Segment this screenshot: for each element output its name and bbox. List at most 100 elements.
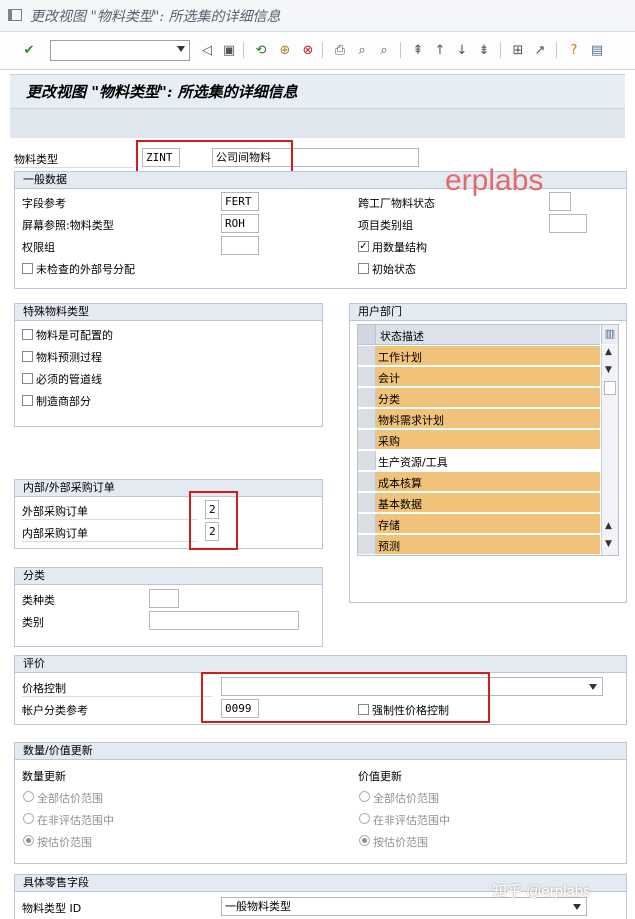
cross-plant-field[interactable] xyxy=(549,192,571,211)
row-selector[interactable] xyxy=(358,430,376,449)
pipeline-checkbox[interactable] xyxy=(22,373,33,384)
shortcut-icon[interactable]: ↗ xyxy=(531,41,549,59)
back-arrow-icon[interactable]: ◁ xyxy=(198,41,216,59)
class-type-field[interactable] xyxy=(149,589,179,608)
table-row[interactable]: 生产资源/工具 xyxy=(358,451,600,471)
item-cat-field[interactable] xyxy=(549,214,587,233)
label-underline xyxy=(14,167,134,168)
scroll-down-icon[interactable]: ▼ xyxy=(605,539,612,549)
back-green-icon[interactable]: ⟲ xyxy=(252,41,270,59)
last-page-icon[interactable]: ⇟ xyxy=(475,41,493,59)
table-row[interactable]: 分类 xyxy=(358,388,600,408)
class-label: 类别 xyxy=(22,616,44,629)
internal-po-label: 内部采购订单 xyxy=(22,527,88,540)
auth-group-field[interactable] xyxy=(221,236,259,255)
group-title: 评价 xyxy=(15,656,626,673)
group-title: 数量/价值更新 xyxy=(15,743,626,760)
auth-group-label: 权限组 xyxy=(22,241,55,254)
scroll-up-bottom-icon[interactable]: ▲ xyxy=(605,521,612,531)
first-page-icon[interactable]: ⇞ xyxy=(409,41,427,59)
field-ref-field[interactable]: FERT xyxy=(221,192,259,211)
table-header: 状态描述 xyxy=(358,325,600,345)
scroll-up-icon[interactable]: ▲ xyxy=(605,347,612,357)
val-all-label: 全部估价范围 xyxy=(373,792,439,805)
row-selector[interactable] xyxy=(358,409,376,428)
cancel-icon[interactable]: ⊗ xyxy=(299,41,317,59)
row-selector[interactable] xyxy=(358,535,376,554)
save-icon[interactable]: ▣ xyxy=(220,41,238,59)
select-all-cell[interactable] xyxy=(358,325,376,344)
price-control-label: 价格控制 xyxy=(22,682,66,695)
toolbar-separator xyxy=(243,42,244,58)
scroll-down-small-icon[interactable]: ▼ xyxy=(605,365,612,375)
table-row[interactable]: 基本数据 xyxy=(358,493,600,513)
mfr-part-label: 制造商部分 xyxy=(36,395,91,408)
table-row[interactable]: 预测 xyxy=(358,535,600,555)
window-menu-icon[interactable] xyxy=(8,9,22,21)
val-by-area-radio xyxy=(359,835,370,846)
chevron-down-icon[interactable] xyxy=(573,904,581,910)
row-label: 分类 xyxy=(378,393,400,406)
table-row[interactable]: 会计 xyxy=(358,367,600,387)
table-row[interactable]: 采购 xyxy=(358,430,600,450)
command-field[interactable] xyxy=(50,40,190,61)
row-selector[interactable] xyxy=(358,472,376,491)
row-label: 预测 xyxy=(378,540,400,553)
find-icon[interactable]: ⌕ xyxy=(353,41,371,59)
class-field[interactable] xyxy=(149,611,299,630)
screen-ref-field[interactable]: ROH xyxy=(221,214,259,233)
highlight-box xyxy=(136,140,293,175)
row-label: 物料需求计划 xyxy=(378,414,444,427)
exit-icon[interactable]: ⊕ xyxy=(276,41,294,59)
field-ref-label: 字段参考 xyxy=(22,197,66,210)
initial-status-checkbox[interactable] xyxy=(358,263,369,274)
row-selector[interactable] xyxy=(358,451,376,470)
window-title: 更改视图 "物料类型": 所选集的详细信息 xyxy=(30,9,281,25)
toolbar-separator xyxy=(322,42,323,58)
val-all-radio xyxy=(359,791,370,802)
row-selector[interactable] xyxy=(358,367,376,386)
row-label: 会计 xyxy=(378,372,400,385)
column-settings-icon[interactable]: ▥ xyxy=(601,325,618,344)
mfr-part-checkbox[interactable] xyxy=(22,395,33,406)
chevron-down-icon[interactable] xyxy=(177,46,185,52)
qty-all-label: 全部估价范围 xyxy=(37,792,103,805)
customize-layout-icon[interactable]: ▤ xyxy=(588,41,606,59)
create-session-icon[interactable]: ⊞ xyxy=(509,41,527,59)
standard-toolbar: ✔ ◁ ▣ ⟲ ⊕ ⊗ ⎙ ⌕ ⌕ ⇞ ↑ ↓ ⇟ ⊞ ↗ ? ▤ xyxy=(0,32,635,70)
row-selector[interactable] xyxy=(358,514,376,533)
chevron-down-icon[interactable] xyxy=(589,684,597,690)
vertical-scrollbar[interactable]: ▲ ▼ ▲ ▼ xyxy=(601,345,618,555)
item-cat-label: 项目类别组 xyxy=(358,219,413,232)
row-label: 采购 xyxy=(378,435,400,448)
mat-type-id-value: 一般物料类型 xyxy=(225,900,291,913)
qty-by-area-label: 按估价范围 xyxy=(37,836,92,849)
print-icon[interactable]: ⎙ xyxy=(331,41,349,59)
update-group: 数量/价值更新 xyxy=(14,742,627,864)
prev-page-icon[interactable]: ↑ xyxy=(431,41,449,59)
forecast-checkbox[interactable] xyxy=(22,351,33,362)
qty-structure-checkbox[interactable]: ✓ xyxy=(358,241,369,252)
ext-numbering-checkbox[interactable] xyxy=(22,263,33,274)
row-selector[interactable] xyxy=(358,493,376,512)
scroll-thumb[interactable] xyxy=(604,381,616,395)
next-page-icon[interactable]: ↓ xyxy=(453,41,471,59)
configurable-label: 物料是可配置的 xyxy=(36,329,113,342)
row-selector[interactable] xyxy=(358,346,376,365)
help-icon[interactable]: ? xyxy=(565,41,583,59)
initial-status-label: 初始状态 xyxy=(372,263,416,276)
row-selector[interactable] xyxy=(358,388,376,407)
table-row[interactable]: 存储 xyxy=(358,514,600,534)
watermark-text: erplabs xyxy=(445,164,544,197)
qty-none-radio xyxy=(23,813,34,824)
qty-by-area-radio xyxy=(23,835,34,846)
enter-check-icon[interactable]: ✔ xyxy=(20,41,38,59)
table-row[interactable]: 成本核算 xyxy=(358,472,600,492)
configurable-checkbox[interactable] xyxy=(22,329,33,340)
label-underline xyxy=(22,541,197,542)
find-next-icon[interactable]: ⌕ xyxy=(375,41,393,59)
page-title: 更改视图 "物料类型": 所选集的详细信息 xyxy=(26,83,298,101)
table-row[interactable]: 工作计划 xyxy=(358,346,600,366)
table-row[interactable]: 物料需求计划 xyxy=(358,409,600,429)
row-label: 成本核算 xyxy=(378,477,422,490)
